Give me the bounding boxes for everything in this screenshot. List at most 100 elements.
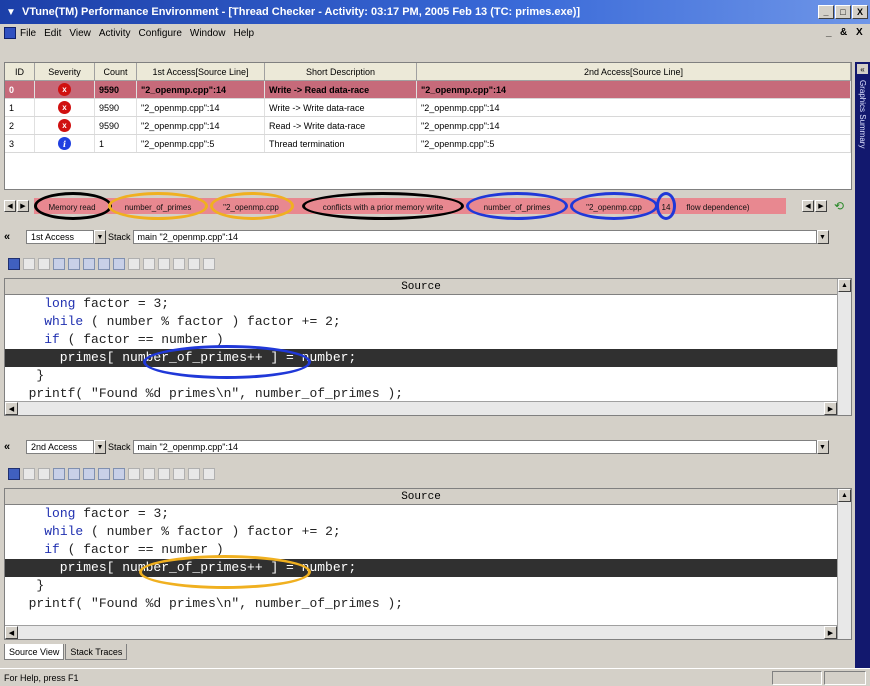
find-icon[interactable] (188, 258, 200, 270)
menu-configure[interactable]: Configure (139, 28, 182, 39)
mdi-restore-button[interactable]: & (840, 27, 847, 38)
first-access-stack-select[interactable]: main "2_openmp.cpp":14 (132, 230, 817, 244)
menu-view[interactable]: View (69, 28, 91, 39)
vertical-scrollbar[interactable]: ▲ (837, 489, 851, 639)
goto-icon[interactable] (53, 258, 65, 270)
last-occurrence-icon[interactable] (113, 258, 125, 270)
minimize-button[interactable]: _ (818, 5, 834, 19)
first-occurrence-icon[interactable] (98, 468, 110, 480)
strip-segment-file-2[interactable]: "2_openmp.cpp (574, 201, 654, 213)
column-header-second-access[interactable]: 2nd Access[Source Line] (417, 63, 851, 80)
code-line: long factor = 3; (44, 506, 170, 521)
status-pane (824, 671, 866, 685)
first-access-collapse-button[interactable]: « (4, 231, 20, 243)
column-header-count[interactable]: Count (95, 63, 137, 80)
last-occurrence-icon[interactable] (113, 468, 125, 480)
scroll-left-arrow[interactable]: ◀ (5, 402, 18, 415)
graphics-summary-dock[interactable]: « Graphics Summary (855, 62, 870, 668)
mdi-close-button[interactable]: X (856, 27, 863, 38)
font-down-icon[interactable] (173, 258, 185, 270)
horizontal-scrollbar[interactable]: ◀ ▶ (5, 401, 837, 415)
tab-stack-traces[interactable]: Stack Traces (65, 644, 128, 660)
strip-segment-flow[interactable]: flow dependence) (678, 201, 758, 213)
vertical-scrollbar[interactable]: ▲ (837, 279, 851, 415)
second-access-mode-select[interactable]: 2nd Access (26, 440, 94, 454)
table-row[interactable]: 3 i 1 "2_openmp.cpp":5 Thread termination "2_… (5, 135, 851, 153)
chevron-down-icon[interactable]: ▼ (94, 440, 106, 454)
menu-edit[interactable]: Edit (44, 28, 61, 39)
scroll-up-arrow[interactable]: ▲ (838, 489, 851, 502)
font-up-icon[interactable] (158, 468, 170, 480)
first-access-mode-select[interactable]: 1st Access (26, 230, 94, 244)
menu-window[interactable]: Window (190, 28, 226, 39)
dock-collapse-button[interactable]: « (857, 64, 868, 74)
strip-segment-file[interactable]: "2_openmp.cpp (214, 201, 288, 213)
horizontal-scrollbar[interactable]: ◀ ▶ (5, 625, 837, 639)
prev-occurrence-icon[interactable] (68, 258, 80, 270)
strip-segment-line[interactable]: 14 (660, 201, 672, 213)
column-header-id[interactable]: ID (5, 63, 35, 80)
strip-segment-variable-2[interactable]: number_of_primes (472, 201, 562, 213)
table-row[interactable]: 1 x 9590 "2_openmp.cpp":14 Write -> Write da… (5, 99, 851, 117)
table-row[interactable]: 2 x 9590 "2_openmp.cpp":14 Read -> Write dat… (5, 117, 851, 135)
sort-desc-icon[interactable] (143, 468, 155, 480)
find-next-icon[interactable] (203, 468, 215, 480)
scroll-right-arrow[interactable]: ▶ (824, 626, 837, 639)
close-button[interactable]: X (852, 5, 868, 19)
chevron-down-icon[interactable]: ▼ (816, 440, 829, 454)
strip-left-arrow[interactable]: ◀ (4, 200, 16, 212)
cell-second-access: "2_openmp.cpp":14 (417, 117, 851, 134)
second-access-stack-select[interactable]: main "2_openmp.cpp":14 (132, 440, 817, 454)
strip-prev-button[interactable]: ◀ (802, 200, 814, 212)
list-icon[interactable] (23, 468, 35, 480)
strip-next-button[interactable]: ▶ (815, 200, 827, 212)
goto-icon[interactable] (53, 468, 65, 480)
first-occurrence-icon[interactable] (98, 258, 110, 270)
strip-segment-conflict[interactable]: conflicts with a prior memory write (308, 201, 458, 213)
find-icon[interactable] (188, 468, 200, 480)
source-view-icon[interactable] (8, 468, 20, 480)
mdi-minimize-button[interactable]: _ (826, 27, 832, 38)
refresh-icon[interactable]: ⟲ (832, 199, 846, 213)
second-access-collapse-button[interactable]: « (4, 441, 20, 453)
source-column-header[interactable]: Source (5, 279, 837, 295)
list-icon[interactable] (23, 258, 35, 270)
maximize-button[interactable]: □ (835, 5, 851, 19)
next-occurrence-icon[interactable] (83, 468, 95, 480)
dropdown-icon[interactable] (38, 258, 50, 270)
table-row[interactable]: 0 x 9590 "2_openmp.cpp":14 Write -> Read dat… (5, 81, 851, 99)
scroll-right-arrow[interactable]: ▶ (824, 402, 837, 415)
chevron-down-icon[interactable]: ▼ (94, 230, 106, 244)
sort-asc-icon[interactable] (128, 468, 140, 480)
source-column-header[interactable]: Source (5, 489, 837, 505)
strip-right-arrow[interactable]: ▶ (17, 200, 29, 212)
document-icon (4, 27, 16, 39)
description-strip-bar: ◀ ▶ Memory read number_of_primes "2_open… (4, 192, 852, 220)
tab-source-view[interactable]: Source View (4, 644, 65, 660)
font-down-icon[interactable] (173, 468, 185, 480)
strip-segment-variable[interactable]: number_of_primes (114, 201, 202, 213)
find-next-icon[interactable] (203, 258, 215, 270)
menu-help[interactable]: Help (233, 28, 254, 39)
source-view-icon[interactable] (8, 258, 20, 270)
column-header-first-access[interactable]: 1st Access[Source Line] (137, 63, 265, 80)
prev-occurrence-icon[interactable] (68, 468, 80, 480)
dropdown-icon[interactable] (38, 468, 50, 480)
cell-short-description: Thread termination (265, 135, 417, 152)
scroll-left-arrow[interactable]: ◀ (5, 626, 18, 639)
code-line: while ( number % factor ) factor += 2; (44, 524, 341, 539)
sort-desc-icon[interactable] (143, 258, 155, 270)
column-header-severity[interactable]: Severity (35, 63, 95, 80)
error-icon: x (58, 83, 71, 96)
sort-asc-icon[interactable] (128, 258, 140, 270)
chevron-down-icon[interactable]: ▼ (816, 230, 829, 244)
scroll-up-arrow[interactable]: ▲ (838, 279, 851, 292)
info-icon: i (58, 137, 71, 150)
menu-file[interactable]: File (20, 28, 36, 39)
menu-activity[interactable]: Activity (99, 28, 131, 39)
code-line: if ( factor == number ) (44, 542, 224, 557)
font-up-icon[interactable] (158, 258, 170, 270)
strip-segment-memory-read[interactable]: Memory read (40, 201, 104, 213)
next-occurrence-icon[interactable] (83, 258, 95, 270)
column-header-short-description[interactable]: Short Description (265, 63, 417, 80)
